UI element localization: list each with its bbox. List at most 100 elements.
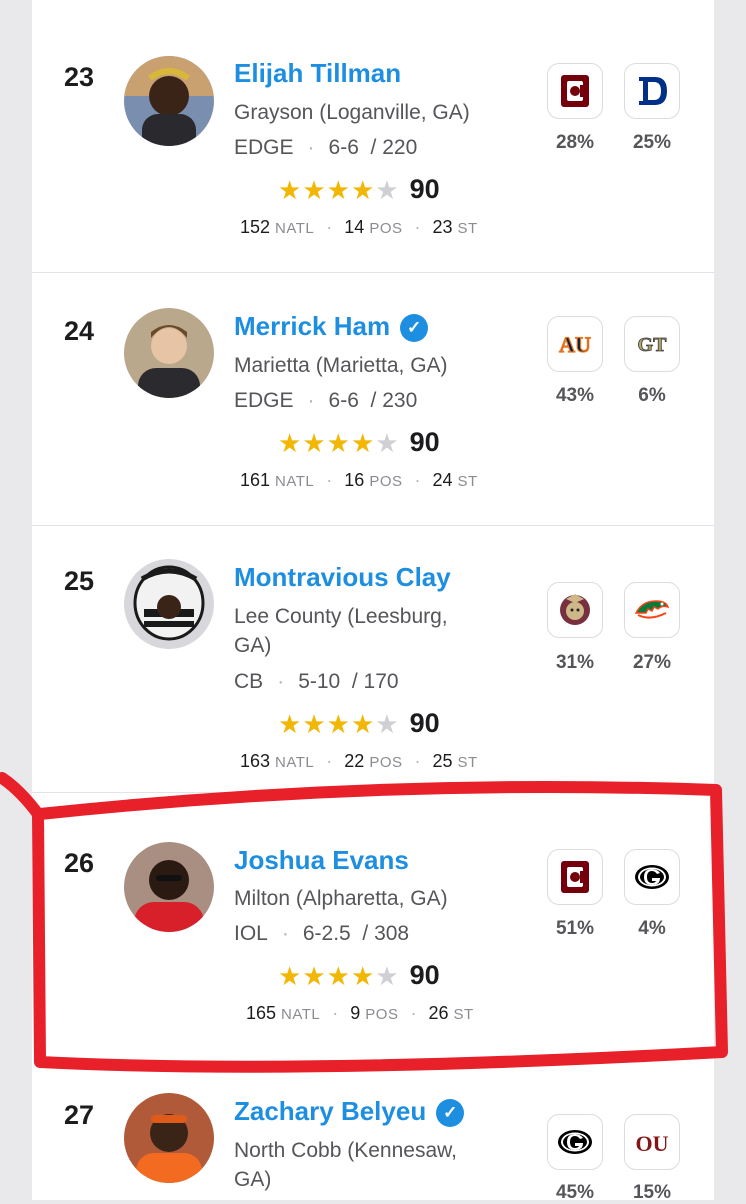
team-prediction-duke[interactable] (624, 63, 680, 119)
prospect-name-text: Merrick Ham (234, 311, 391, 341)
prediction-percent: 6% (638, 385, 666, 406)
weight: / 230 (370, 389, 418, 412)
star-icon: ★ (302, 175, 326, 205)
team-prediction-south-carolina[interactable] (547, 63, 603, 119)
star-icon: ★ (278, 428, 302, 458)
pos-rank: 14 (344, 217, 365, 237)
natl-label: NATL (275, 754, 315, 771)
position: IOL (234, 922, 268, 945)
star-icon: ★ (278, 961, 302, 991)
prediction-percent: 28% (555, 132, 595, 153)
state-rank: 26 (428, 1003, 449, 1023)
rating-score: 90 (409, 427, 440, 457)
star-rating: ★★★★★ 90 (278, 174, 440, 206)
star-icon: ★ (302, 709, 326, 739)
school-location: North Cobb (Kennesaw, GA) (234, 1139, 457, 1191)
prediction-percent: 51% (555, 918, 595, 939)
south-carolina-logo-icon (561, 75, 589, 107)
height: 5-10 (298, 670, 341, 693)
natl-rank: 163 (240, 751, 271, 771)
florida-logo-icon (634, 600, 670, 619)
star-empty-icon: ★ (375, 428, 399, 458)
prediction-percent: 25% (632, 132, 672, 153)
state-rank: 23 (432, 217, 453, 237)
star-icon: ★ (350, 961, 375, 991)
rating-score: 90 (409, 960, 440, 990)
natl-rank: 152 (240, 217, 271, 237)
pos-rank: 16 (344, 470, 365, 490)
avatar[interactable] (124, 842, 214, 932)
state-label: ST (457, 220, 478, 237)
state-rank: 24 (432, 470, 453, 490)
star-rating: ★★★★★ 90 (278, 960, 440, 992)
star-rating: ★★★★★ 90 (278, 708, 440, 740)
school-location: Grayson (Loganville, GA) (234, 101, 470, 124)
georgia-logo-icon (558, 1130, 592, 1154)
team-prediction-georgia[interactable] (624, 849, 680, 905)
prediction-percent: 27% (632, 652, 672, 673)
prospect-row[interactable]: 24 Merrick Ham ✓ Marietta (Marietta, GA) … (32, 273, 714, 526)
verified-check-icon: ✓ (400, 314, 429, 342)
rank-breakdown: 165 NATL · 9 POS · 26 ST (246, 1003, 474, 1023)
avatar[interactable] (124, 56, 214, 146)
georgia-logo-icon (635, 865, 669, 889)
team-prediction-florida-state[interactable] (547, 582, 603, 638)
prospect-name-link[interactable]: Elijah Tillman (234, 58, 401, 89)
prospect-name-link[interactable]: Montravious Clay (234, 562, 451, 593)
prospect-row[interactable]: 27 Zachary Belyeu ✓ North Cobb (Kennesaw,… (32, 1080, 714, 1203)
natl-label: NATL (275, 220, 315, 237)
pos-rank: 9 (350, 1003, 361, 1023)
avatar[interactable] (124, 308, 214, 398)
svg-text:AU: AU (559, 332, 591, 357)
prospect-name-link[interactable]: Zachary Belyeu ✓ (234, 1096, 465, 1127)
prospect-name-text: Elijah Tillman (234, 58, 402, 88)
prospect-name-text: Montravious Clay (234, 562, 451, 592)
position: CB (234, 670, 264, 693)
team-prediction-georgia[interactable] (547, 1114, 603, 1170)
rank-number: 27 (64, 1100, 95, 1130)
prospect-name-text: Joshua Evans (234, 845, 409, 875)
auburn-logo-icon: AU (559, 331, 592, 357)
pos-rank: 22 (344, 751, 365, 771)
height: 6-6 (328, 136, 359, 159)
prospect-name-link[interactable]: Merrick Ham ✓ (234, 311, 429, 342)
team-prediction-auburn[interactable]: AU (547, 316, 603, 372)
star-rating: ★★★★★ 90 (278, 427, 440, 459)
team-prediction-florida[interactable] (624, 582, 680, 638)
star-icon: ★ (302, 428, 326, 458)
prediction-percent: 31% (555, 652, 595, 673)
prospect-row[interactable]: 23 Elijah Tillman Grayson (Loganville, G… (32, 0, 714, 273)
position-size: EDGE · 6-6 / 230 (234, 389, 418, 412)
team-prediction-south-carolina[interactable] (547, 849, 603, 905)
natl-label: NATL (281, 1006, 321, 1023)
oklahoma-logo-icon: OU (636, 1131, 669, 1156)
avatar[interactable] (124, 1093, 214, 1183)
team-prediction-oklahoma[interactable]: OU (624, 1114, 680, 1170)
star-icon: ★ (350, 175, 375, 205)
rank-breakdown: 161 NATL · 16 POS · 24 ST (240, 470, 478, 490)
position: EDGE (234, 389, 294, 412)
verified-check-icon: ✓ (436, 1099, 465, 1127)
state-label: ST (457, 473, 478, 490)
prospect-name-text: Zachary Belyeu (234, 1096, 427, 1126)
state-rank: 25 (432, 751, 453, 771)
height: 6-2.5 (302, 922, 351, 945)
prospect-name-link[interactable]: Joshua Evans (234, 845, 409, 876)
position: EDGE (234, 136, 294, 159)
star-icon: ★ (350, 428, 375, 458)
avatar[interactable] (124, 559, 214, 649)
team-prediction-georgia-tech[interactable]: GT (624, 316, 680, 372)
natl-rank: 165 (246, 1003, 277, 1023)
prospect-row[interactable]: 25 Montravious Clay Lee County (Leesburg… (32, 526, 714, 793)
position-size: CB · 5-10 / 170 (234, 670, 399, 693)
position-size: EDGE · 6-6 / 220 (234, 136, 418, 159)
rank-number: 23 (64, 62, 95, 92)
rating-score: 90 (409, 708, 440, 738)
star-icon: ★ (302, 961, 326, 991)
pos-label: POS (365, 1006, 399, 1023)
prediction-percent: 43% (555, 385, 595, 406)
prospect-row[interactable]: 26 Joshua Evans Milton (Alpharetta, GA) … (32, 793, 714, 1079)
natl-label: NATL (275, 473, 315, 490)
star-empty-icon: ★ (375, 709, 399, 739)
school-location: Marietta (Marietta, GA) (234, 354, 448, 377)
